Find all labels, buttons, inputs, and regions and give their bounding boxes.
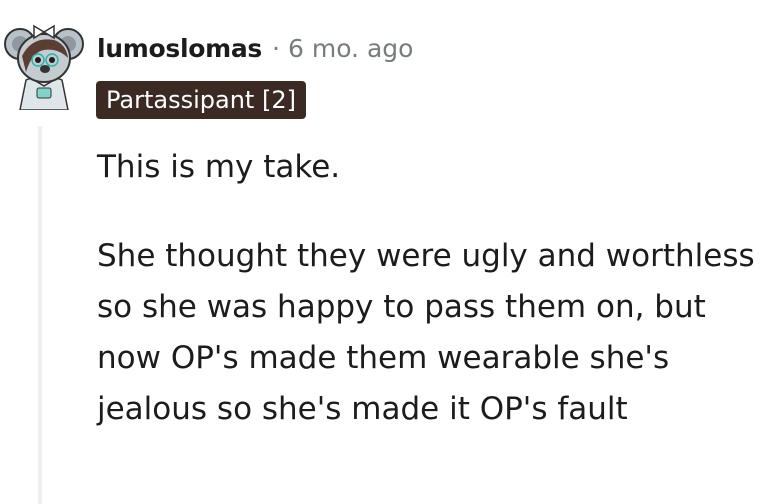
username-link[interactable]: lumoslomas	[97, 34, 262, 63]
user-flair: Partassipant [2]	[96, 81, 306, 119]
user-avatar[interactable]	[4, 14, 84, 111]
koala-avatar-icon	[4, 24, 84, 111]
comment-paragraph: This is my take.	[97, 149, 341, 185]
meta-separator: ·	[272, 33, 280, 63]
thread-line[interactable]	[38, 126, 42, 504]
comment-meta: lumoslomas · 6 mo. ago	[97, 30, 413, 66]
comment-paragraph: She thought they were ugly and worthless…	[97, 238, 755, 427]
comment-body: This is my take. She thought they were u…	[97, 142, 757, 435]
timestamp-link[interactable]: 6 mo. ago	[288, 34, 413, 63]
comment: lumoslomas · 6 mo. ago Partassipant [2] …	[0, 0, 776, 504]
